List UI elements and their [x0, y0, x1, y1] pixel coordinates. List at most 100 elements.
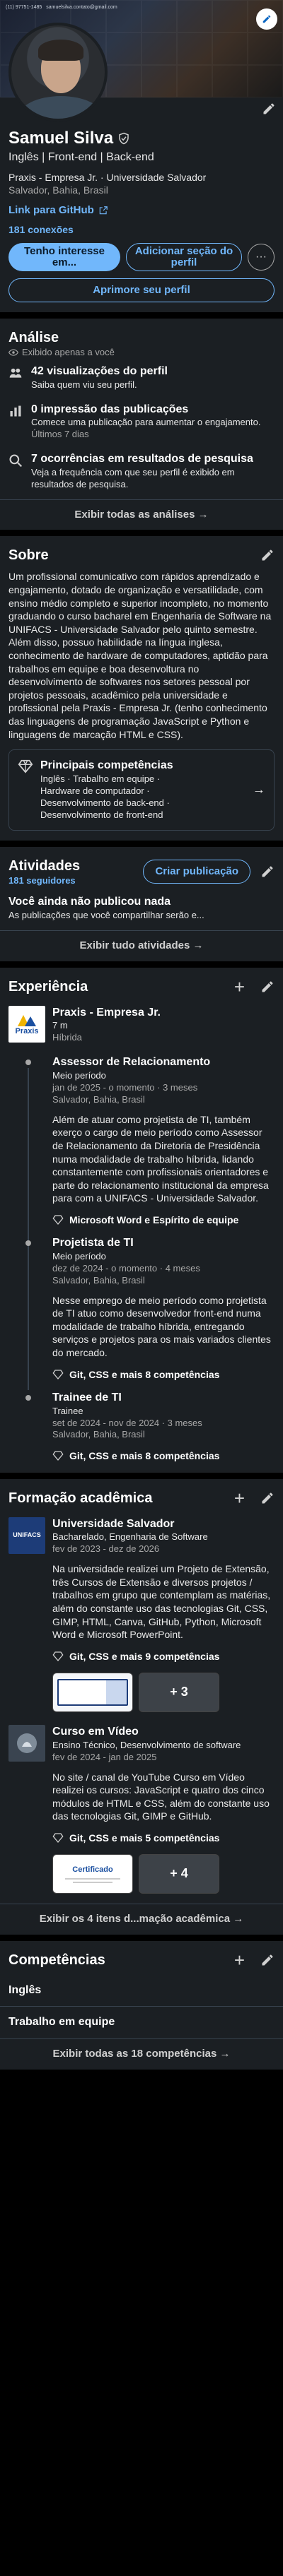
analytics-item-title: 7 ocorrências em resultados de pesquisa: [31, 453, 253, 465]
school-degree: Ensino Técnico, Desenvolvimento de softw…: [52, 1739, 241, 1750]
external-link-icon: [99, 206, 108, 215]
competencies-card: Competências + Inglês Trabalho em equipe…: [0, 1940, 283, 2070]
pencil-icon: [262, 15, 271, 23]
pencil-icon[interactable]: [260, 1491, 275, 1505]
open-to-button[interactable]: Tenho interesse em...: [8, 243, 121, 272]
more-options-button[interactable]: ···: [248, 244, 275, 271]
people-icon: [9, 368, 22, 378]
analytics-item-title: 42 visualizações do perfil: [31, 364, 168, 377]
school-name: Universidade Salvador: [52, 1517, 175, 1530]
company-logo: Praxis: [8, 1005, 45, 1043]
edit-banner-button[interactable]: [256, 8, 277, 30]
analytics-item-impressions[interactable]: 0 impressão das publicações Comece uma p…: [0, 397, 283, 447]
school-logo: [8, 1724, 45, 1762]
connections-count[interactable]: 181 conexões: [8, 223, 275, 236]
top-skills-line: Hardware de computador ·: [40, 785, 150, 796]
diamond-icon: [18, 760, 33, 773]
create-post-button[interactable]: Criar publicação: [143, 860, 250, 884]
role-type: Meio período: [52, 1250, 106, 1262]
role-description: Nesse emprego de meio período como proje…: [52, 1294, 271, 1359]
top-skills-line: Desenvolvimento de back-end ·: [40, 797, 170, 808]
github-link[interactable]: Link para GitHub: [8, 203, 275, 218]
media-thumbnail[interactable]: Certificado: [52, 1854, 133, 1894]
school-logo: UNIFACS: [8, 1516, 45, 1554]
education-entry[interactable]: Curso em Vídeo Ensino Técnico, Desenvolv…: [0, 1722, 283, 1904]
praxis-logo-icon: [18, 1015, 36, 1027]
media-more-thumbnail[interactable]: + 4: [139, 1854, 219, 1894]
add-icon[interactable]: +: [234, 1489, 245, 1507]
role-dates: set de 2024 - nov de 2024 · 3 meses: [52, 1417, 202, 1428]
education-entry[interactable]: UNIFACS Universidade Salvador Bacharelad…: [0, 1513, 283, 1722]
school-description: No site / canal de YouTube Curso em Víde…: [52, 1771, 270, 1822]
add-icon[interactable]: +: [234, 978, 245, 996]
role-title: Trainee de TI: [52, 1391, 122, 1403]
experience-title: Experiência: [8, 978, 88, 995]
profile-location: Salvador, Bahia, Brasil: [8, 184, 108, 196]
experience-company[interactable]: Praxis Praxis - Empresa Jr. 7 m Híbrida: [0, 1002, 283, 1045]
pencil-icon[interactable]: [260, 1953, 275, 1967]
school-dates: fev de 2023 - dez de 2026: [52, 1543, 160, 1555]
analytics-item-desc: Comece uma publicação para aumentar o en…: [31, 417, 261, 428]
school-dates: fev de 2024 - jan de 2025: [52, 1751, 157, 1762]
top-skills-line: Inglês · Trabalho em equipe ·: [40, 773, 161, 784]
add-section-button[interactable]: Adicionar seção do perfil: [126, 243, 242, 272]
pencil-icon[interactable]: [260, 865, 275, 879]
about-text: Um profissional comunicativo com rápidos…: [8, 571, 272, 740]
profile-headline[interactable]: Praxis - Empresa Jr. · Universidade Salv…: [8, 171, 275, 184]
experience-role[interactable]: Assessor de Relacionamento Meio período …: [0, 1055, 283, 1337]
activity-empty-title: Você ainda não publicou nada: [8, 896, 171, 908]
education-card: Formação acadêmica + UNIFACS Universidad…: [0, 1478, 283, 1935]
followers-count[interactable]: 181 seguidores: [8, 875, 80, 887]
experience-card: Experiência + Praxis Praxis - Empresa Jr…: [0, 967, 283, 1473]
show-all-activity-link[interactable]: Exibir tudo atividades →: [0, 930, 283, 961]
improve-profile-button[interactable]: Aprimore seu perfil: [8, 278, 275, 303]
analytics-item-desc: Saiba quem viu seu perfil.: [31, 379, 137, 390]
top-skills-box[interactable]: Principais competências Inglês · Trabalh…: [8, 749, 275, 831]
profile-card: (11) 97751-1485 samuelsilva.contato@gmai…: [0, 0, 283, 313]
pencil-icon[interactable]: [260, 980, 275, 994]
role-skills[interactable]: Microsoft Word e Espírito de equipe: [52, 1213, 275, 1226]
analytics-item-search[interactable]: 7 ocorrências em resultados de pesquisa …: [0, 446, 283, 499]
eye-icon: [8, 349, 18, 357]
arrow-right-icon: →: [253, 782, 265, 797]
banner-contact-bar: (11) 97751-1485 samuelsilva.contato@gmai…: [0, 0, 283, 16]
experience-role[interactable]: Trainee de TI Trainee set de 2024 - nov …: [0, 1391, 283, 1463]
experience-role[interactable]: Projetista de TI Meio período dez de 202…: [0, 1236, 283, 1391]
competencies-title: Competências: [8, 1952, 105, 1968]
analytics-item-desc: Veja a frequência com que seu perfil é e…: [31, 467, 235, 489]
role-title: Projetista de TI: [52, 1237, 134, 1250]
school-skills[interactable]: Git, CSS e mais 9 competências: [52, 1650, 275, 1663]
edit-intro-button[interactable]: [262, 102, 276, 119]
media-more-thumbnail[interactable]: + 3: [139, 1672, 219, 1712]
avatar[interactable]: [8, 23, 108, 121]
role-title: Assessor de Relacionamento: [52, 1056, 211, 1069]
show-all-analytics-link[interactable]: Exibir todas as análises →: [0, 499, 283, 530]
show-all-competencies-link[interactable]: Exibir todas as 18 competências →: [0, 2038, 283, 2070]
about-card: Sobre Um profissional comunicativo com r…: [0, 536, 283, 841]
school-skills[interactable]: Git, CSS e mais 5 competências: [52, 1832, 275, 1844]
diamond-icon: [52, 1215, 64, 1225]
verified-shield-icon[interactable]: [117, 132, 130, 145]
show-all-education-link[interactable]: Exibir os 4 itens d...mação acadêmica →: [0, 1904, 283, 1935]
media-thumbnail[interactable]: [52, 1672, 133, 1712]
competency-item[interactable]: Inglês: [0, 1975, 283, 2007]
pencil-icon[interactable]: [260, 548, 275, 562]
competency-item[interactable]: Trabalho em equipe: [0, 2006, 283, 2038]
role-dates: dez de 2024 - o momento · 4 meses: [52, 1262, 200, 1274]
add-icon[interactable]: +: [234, 1951, 245, 1969]
analytics-item-note: Últimos 7 dias: [31, 429, 89, 440]
activity-card: Atividades 181 seguidores Criar publicaç…: [0, 846, 283, 961]
role-skills[interactable]: Git, CSS e mais 8 competências: [52, 1368, 275, 1381]
diamond-icon: [52, 1370, 64, 1379]
top-skills-line: Desenvolvimento de front-end: [40, 809, 163, 820]
school-name: Curso em Vídeo: [52, 1725, 139, 1738]
diamond-icon: [52, 1833, 64, 1844]
role-location: Salvador, Bahia, Brasil: [52, 1429, 145, 1440]
analytics-private-note: Exibido apenas a você: [22, 347, 115, 358]
analytics-item-views[interactable]: 42 visualizações do perfil Saiba quem vi…: [0, 359, 283, 397]
role-location: Salvador, Bahia, Brasil: [52, 1093, 145, 1105]
role-type: Trainee: [52, 1405, 83, 1416]
about-title: Sobre: [8, 547, 49, 564]
role-skills[interactable]: Git, CSS e mais 8 competências: [52, 1449, 275, 1462]
bar-chart-icon: [10, 405, 21, 417]
